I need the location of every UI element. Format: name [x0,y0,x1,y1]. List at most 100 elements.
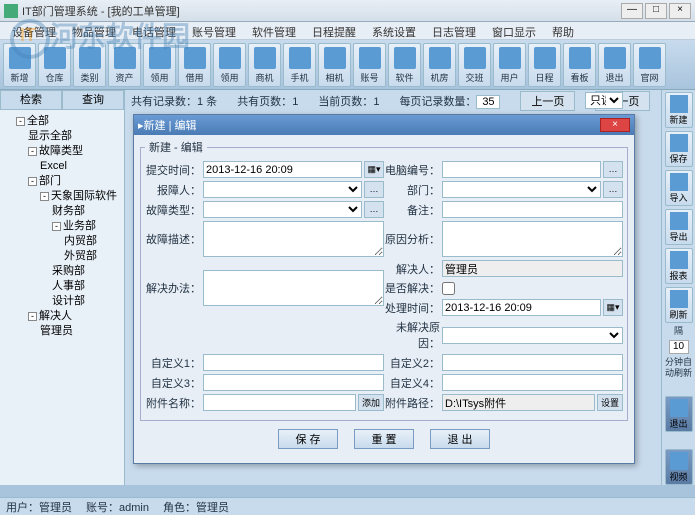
toolbar-button[interactable]: 交班 [458,43,491,87]
menu-item[interactable]: 物品管理 [64,22,124,39]
toolbar-button[interactable]: 仓库 [38,43,71,87]
toolbar-button[interactable]: 看板 [563,43,596,87]
dialog-close-button[interactable]: × [600,118,630,132]
export-icon [670,212,688,230]
tree-node[interactable]: 设计部 [52,294,120,309]
toolbar-button[interactable]: 资产 [108,43,141,87]
tree-node[interactable]: -故障类型 Excel [28,144,120,174]
toolbar-button[interactable]: 手机 [283,43,316,87]
lookup-button[interactable]: … [364,181,384,198]
reporter-select[interactable] [203,181,362,198]
tree-node[interactable]: -业务部 内贸部 外贸部 [52,219,120,264]
toolbar-button[interactable]: 软件 [388,43,421,87]
custom1-input[interactable] [203,354,384,371]
custom2-input[interactable] [442,354,623,371]
toolbar-button[interactable]: 账号 [353,43,386,87]
menu-item[interactable]: 窗口显示 [484,22,544,39]
menu-item[interactable]: 帮助 [544,22,582,39]
tab-query[interactable]: 查询 [62,90,124,110]
attachment-name-input[interactable] [203,394,356,411]
close-button[interactable]: × [669,3,691,19]
report-button[interactable]: 报表 [665,248,693,284]
lookup-button[interactable]: … [603,161,623,178]
solved-checkbox[interactable] [442,282,455,295]
toolbar-button[interactable]: 机房 [423,43,456,87]
add-attachment-button[interactable]: 添加 [358,394,384,411]
toolbar-button[interactable]: 日程 [528,43,561,87]
import-button[interactable]: 导入 [665,170,693,206]
remark-input[interactable] [442,201,623,218]
exit-icon [604,47,626,69]
new-button[interactable]: 新建 [665,92,693,128]
process-time-input[interactable] [442,299,601,316]
left-panel: 检索 查询 -全部 显示全部 -故障类型 Excel -部门 -天象国际软件 财… [0,90,125,485]
tree-node[interactable]: 财务部 [52,204,120,219]
exit-button[interactable]: 退出 [665,396,693,432]
lookup-button[interactable]: … [364,201,384,218]
toolbar-button[interactable]: 用户 [493,43,526,87]
set-path-button[interactable]: 设置 [597,394,623,411]
date-picker-icon[interactable]: ▦▾ [364,161,384,178]
menu-item[interactable]: 软件管理 [244,22,304,39]
export-button[interactable]: 导出 [665,209,693,245]
custom4-input[interactable] [442,374,623,391]
date-picker-icon[interactable]: ▦▾ [603,299,623,316]
lookup-button[interactable]: … [603,181,623,198]
menu-item[interactable]: 电话管理 [124,22,184,39]
toolbar-button[interactable]: 商机 [248,43,281,87]
menu-item[interactable]: 设备管理 [4,22,64,39]
asset-icon [114,47,136,69]
tab-search[interactable]: 检索 [0,90,62,110]
pc-number-input[interactable] [442,161,601,178]
tree-node[interactable]: 内贸部 [64,234,120,249]
video-button[interactable]: 视频 [665,449,693,485]
submit-time-input[interactable] [203,161,362,178]
borrow-icon [184,47,206,69]
cause-input[interactable] [442,221,623,257]
save-button[interactable]: 保存 [665,131,693,167]
menu-item[interactable]: 账号管理 [184,22,244,39]
fault-desc-input[interactable] [203,221,384,257]
solver-input[interactable] [442,260,623,277]
dept-select[interactable] [442,181,601,198]
prev-page-button[interactable]: 上一页 [520,91,575,111]
toolbar-button[interactable]: 领用 [213,43,246,87]
menu-item[interactable]: 系统设置 [364,22,424,39]
tree-node[interactable]: -部门 -天象国际软件 财务部 -业务部 内贸部 外贸部 采购部 人 [28,174,120,309]
menu-item[interactable]: 日程提醒 [304,22,364,39]
toolbar-button[interactable]: 官网 [633,43,666,87]
attachment-path-input[interactable] [442,394,595,411]
solution-input[interactable] [203,270,384,306]
tree-node[interactable]: Excel [40,159,120,174]
statusbar: 用户：管理员 账号：admin 角色：管理员 [0,497,695,515]
exit-button[interactable]: 退 出 [430,429,490,449]
tree-node[interactable]: -全部 显示全部 -故障类型 Excel -部门 -天象国际软件 财务部 -业务… [16,114,120,339]
readonly-combo[interactable]: 只读 [585,92,623,109]
tree-node[interactable]: 人事部 [52,279,120,294]
tree-node[interactable]: 显示全部 [28,129,120,144]
toolbar-button[interactable]: 相机 [318,43,351,87]
dialog-titlebar[interactable]: ▸ 新建 | 编辑 × [134,115,634,135]
refresh-button[interactable]: 刷新 [665,287,693,323]
tree-node[interactable]: 外贸部 [64,249,120,264]
tree-node[interactable]: 管理员 [40,324,120,339]
maximize-button[interactable]: □ [645,3,667,19]
toolbar-button[interactable]: 退出 [598,43,631,87]
custom3-input[interactable] [203,374,384,391]
menu-item[interactable]: 日志管理 [424,22,484,39]
tree-node[interactable]: 采购部 [52,264,120,279]
perpage-input[interactable] [476,95,500,109]
tree-node[interactable]: -解决人 管理员 [28,309,120,339]
toolbar-button[interactable]: 领用 [143,43,176,87]
toolbar-button[interactable]: 类别 [73,43,106,87]
minimize-button[interactable]: — [621,3,643,19]
tree-node[interactable]: -天象国际软件 财务部 -业务部 内贸部 外贸部 采购部 人事部 [40,189,120,309]
toolbar-button[interactable]: 新增 [3,43,36,87]
receive-icon [219,47,241,69]
unsolved-reason-select[interactable] [442,327,623,344]
toolbar-button[interactable]: 借用 [178,43,211,87]
save-button[interactable]: 保 存 [278,429,338,449]
interval-value[interactable]: 10 [669,340,689,354]
reset-button[interactable]: 重 置 [354,429,414,449]
fault-type-select[interactable] [203,201,362,218]
